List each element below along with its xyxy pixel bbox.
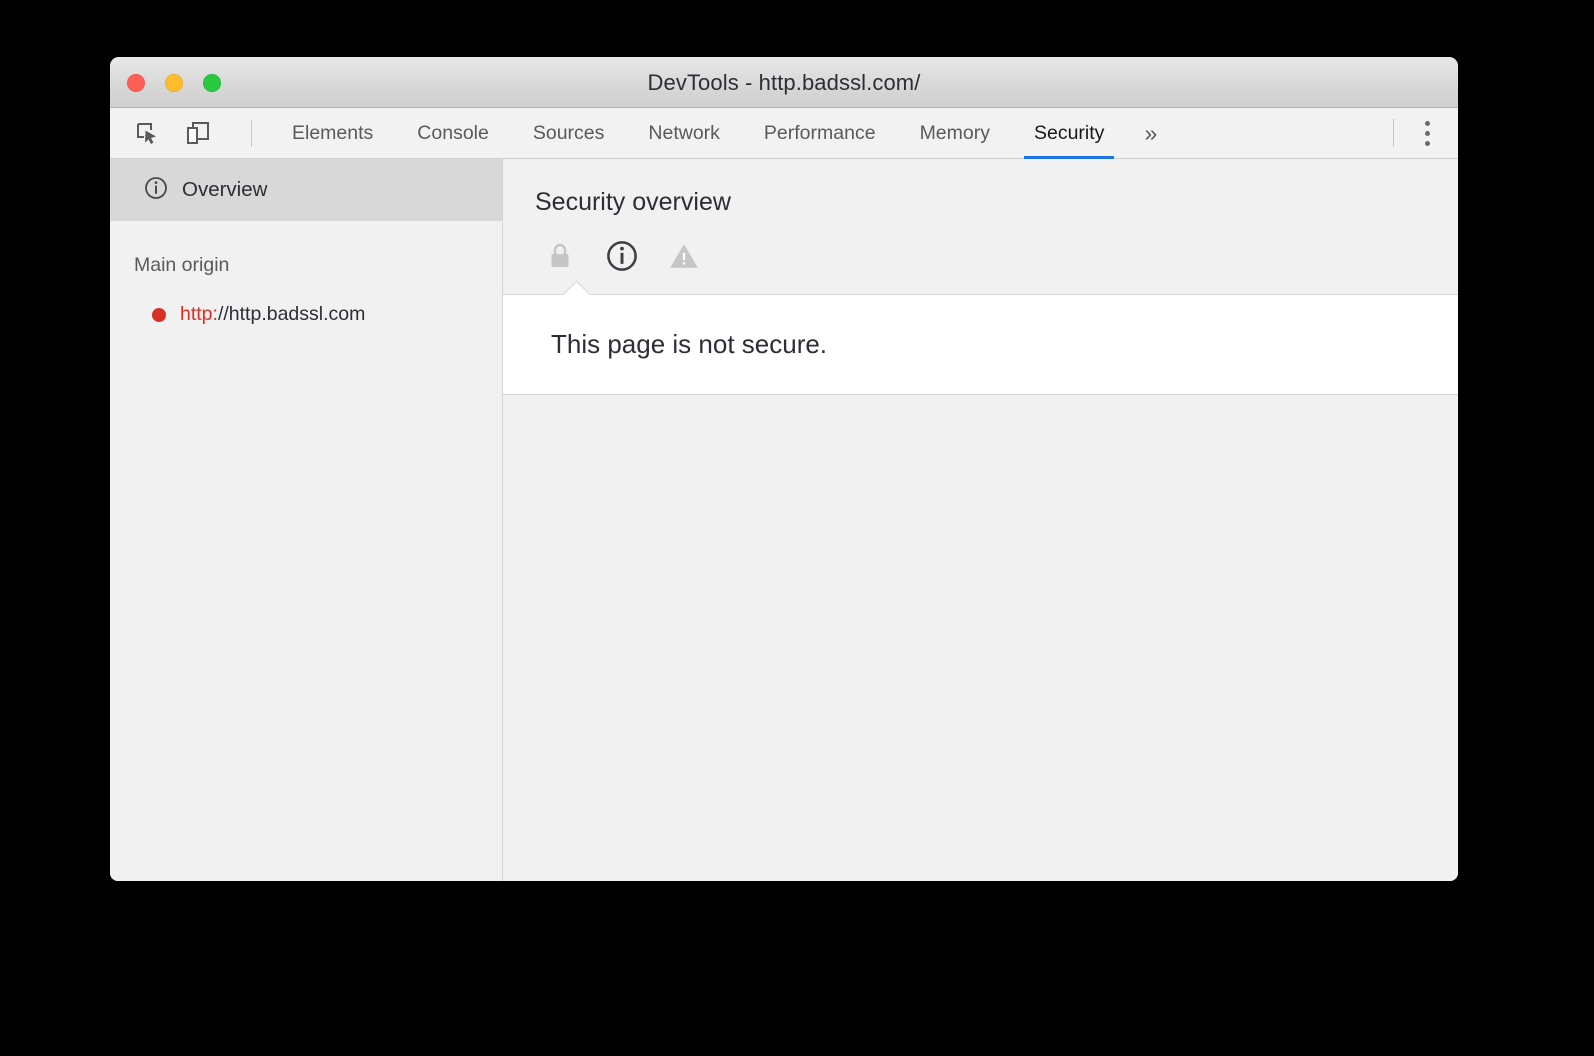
tabbar-divider bbox=[1393, 119, 1394, 147]
tab-elements[interactable]: Elements bbox=[270, 108, 395, 158]
devtools-window: DevTools - http.badssl.com/ Elements Con… bbox=[110, 57, 1458, 881]
window-titlebar: DevTools - http.badssl.com/ bbox=[110, 57, 1458, 108]
page-title: Security overview bbox=[535, 188, 731, 216]
info-icon[interactable] bbox=[605, 239, 639, 273]
inspect-element-icon[interactable] bbox=[132, 118, 162, 148]
tab-console[interactable]: Console bbox=[395, 108, 511, 158]
tab-memory[interactable]: Memory bbox=[898, 108, 1012, 158]
lock-icon[interactable] bbox=[543, 239, 577, 273]
devtools-body: Overview Main origin http://http.badssl.… bbox=[110, 159, 1458, 881]
main-origin-header: Main origin bbox=[134, 254, 230, 276]
security-explanation-text: This page is not secure. bbox=[551, 329, 828, 359]
tab-security[interactable]: Security bbox=[1012, 108, 1126, 159]
sidebar-item-label: Overview bbox=[182, 178, 268, 201]
tab-performance[interactable]: Performance bbox=[742, 108, 898, 158]
origin-host: //http.badssl.com bbox=[217, 303, 366, 325]
info-circle-icon bbox=[144, 176, 168, 205]
explanation-notch-arrow-icon bbox=[564, 281, 592, 295]
tab-network[interactable]: Network bbox=[626, 108, 742, 158]
device-toolbar-icon[interactable] bbox=[183, 118, 213, 148]
origin-section: Main origin http://http.badssl.com bbox=[110, 221, 502, 326]
security-sidebar: Overview Main origin http://http.badssl.… bbox=[110, 159, 503, 881]
devtools-tabbar: Elements Console Sources Network Perform… bbox=[110, 108, 1458, 159]
tab-list: Elements Console Sources Network Perform… bbox=[270, 108, 1175, 159]
window-title: DevTools - http.badssl.com/ bbox=[647, 69, 921, 95]
origin-url: http://http.badssl.com bbox=[180, 303, 365, 326]
origin-scheme: http: bbox=[180, 303, 218, 325]
sidebar-item-overview[interactable]: Overview bbox=[110, 159, 502, 221]
tab-sources[interactable]: Sources bbox=[511, 108, 627, 158]
warning-icon[interactable] bbox=[667, 239, 701, 273]
tab-overflow-chevron-icon[interactable]: » bbox=[1126, 108, 1175, 158]
security-state-icon-group bbox=[503, 217, 1458, 273]
security-explanation-panel: This page is not secure. bbox=[503, 294, 1458, 395]
security-main-panel: Security overview This page is not secur… bbox=[503, 159, 1458, 881]
origin-state-dot-icon bbox=[152, 307, 166, 322]
kebab-menu-icon[interactable] bbox=[1421, 117, 1434, 150]
toolbar-icon-group bbox=[110, 118, 270, 148]
sidebar-origin-item[interactable]: http://http.badssl.com bbox=[110, 303, 502, 326]
toolbar-divider bbox=[251, 119, 252, 147]
tabbar-right-group bbox=[1393, 117, 1458, 150]
